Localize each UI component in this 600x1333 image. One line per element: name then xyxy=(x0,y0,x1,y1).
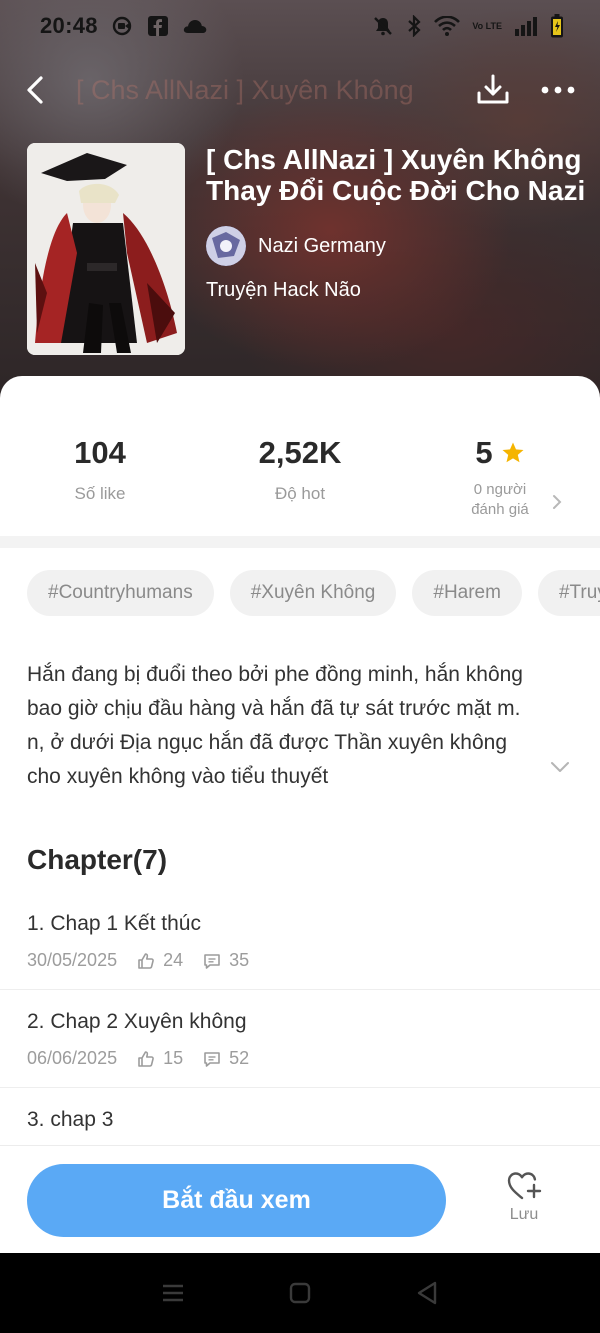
hot-label: Độ hot xyxy=(274,484,326,503)
likes-label: Số like xyxy=(74,484,126,503)
more-icon xyxy=(541,86,575,94)
back-nav-icon[interactable] xyxy=(416,1281,438,1305)
comment-icon xyxy=(203,952,221,970)
chevron-down-icon[interactable] xyxy=(550,761,570,773)
status-bar: 20:48 Vo LTE xyxy=(0,0,600,52)
tag-chip[interactable]: #Countryhumans xyxy=(27,570,214,616)
top-navigation: [ Chs AllNazi ] Xuyên Không xyxy=(0,64,600,116)
battery-icon xyxy=(551,14,563,38)
start-reading-button[interactable]: Bắt đầu xem xyxy=(27,1164,446,1237)
save-label: Lưu xyxy=(509,1206,539,1223)
stat-hot: 2,52K Độ hot xyxy=(200,376,400,536)
section-divider xyxy=(0,536,600,548)
signal-icon xyxy=(515,17,537,36)
chapter-date: 06/06/2025 xyxy=(27,1048,118,1068)
details-sheet: 104 Số like 2,52K Độ hot 5 0 người đánh … xyxy=(0,376,600,1253)
system-navigation-bar xyxy=(0,1253,600,1333)
recent-apps-icon[interactable] xyxy=(162,1283,184,1303)
chapter-title: 1. Chap 1 Kết thúc xyxy=(27,912,201,935)
chapter-title: 2. Chap 2 Xuyên không xyxy=(27,1010,247,1033)
more-options-button[interactable] xyxy=(540,85,576,95)
chapter-title: 3. chap 3 xyxy=(27,1108,114,1131)
heart-add-icon xyxy=(507,1172,542,1200)
wifi-icon xyxy=(434,16,461,36)
author-row[interactable]: Nazi Germany xyxy=(206,226,386,266)
book-title: [ Chs AllNazi ] Xuyên Không Thay Đổi Cuộ… xyxy=(206,144,586,206)
chapter-comments: 52 xyxy=(229,1048,250,1068)
faded-nav-title: [ Chs AllNazi ] Xuyên Không xyxy=(76,74,414,105)
bottom-action-bar: Bắt đầu xem Lưu xyxy=(0,1145,600,1253)
chapter-likes: 24 xyxy=(163,950,184,970)
download-button[interactable] xyxy=(476,73,510,107)
stat-rating[interactable]: 5 0 người đánh giá xyxy=(400,376,600,536)
synopsis-section: Hắn đang bị đuổi theo bởi phe đồng minh,… xyxy=(0,616,600,794)
stats-row: 104 Số like 2,52K Độ hot 5 0 người đánh … xyxy=(0,376,600,536)
back-icon xyxy=(27,76,43,104)
author-name[interactable]: Nazi Germany xyxy=(258,235,386,258)
chapter-meta: 30/05/2025 24 35 xyxy=(27,950,573,971)
rating-count-label: 0 người đánh giá xyxy=(471,481,529,518)
facebook-icon xyxy=(147,16,168,36)
cover-illustration xyxy=(27,143,185,355)
mute-icon xyxy=(374,17,393,36)
synopsis-text[interactable]: Hắn đang bị đuổi theo bởi phe đồng minh,… xyxy=(27,658,573,794)
back-button[interactable] xyxy=(24,75,46,105)
screen-record-icon xyxy=(112,16,131,36)
chapter-comments: 35 xyxy=(229,950,250,970)
book-category[interactable]: Truyện Hack Não xyxy=(206,279,361,302)
chapter-row[interactable]: 3. chap 3 xyxy=(0,1088,600,1152)
thumbs-up-icon xyxy=(137,952,155,970)
chapter-row[interactable]: 2. Chap 2 Xuyên không 06/06/2025 15 52 xyxy=(0,990,600,1088)
book-cover-image[interactable] xyxy=(27,143,185,355)
star-icon xyxy=(502,442,524,463)
tag-list: #Countryhumans #Xuyên Không #Harem #Truy… xyxy=(0,548,600,616)
stat-likes: 104 Số like xyxy=(0,376,200,536)
volte-icon: Vo LTE xyxy=(472,20,502,31)
likes-value: 104 xyxy=(74,435,126,470)
thumbs-up-icon xyxy=(137,1050,155,1068)
author-avatar[interactable] xyxy=(206,226,246,266)
chapter-heading: Chapter(7) xyxy=(27,844,168,875)
save-button[interactable]: Lưu xyxy=(494,1170,554,1224)
chevron-right-icon[interactable] xyxy=(552,494,562,510)
tag-chip[interactable]: #Harem xyxy=(412,570,522,616)
chapter-list: 1. Chap 1 Kết thúc 30/05/2025 24 35 2. C… xyxy=(0,892,600,1152)
tag-chip[interactable]: #Truyện xyxy=(537,570,600,616)
tag-chip[interactable]: #Xuyên Không xyxy=(229,570,397,616)
chapter-meta: 06/06/2025 15 52 xyxy=(27,1048,573,1069)
download-icon xyxy=(477,74,509,104)
hot-value: 2,52K xyxy=(258,435,342,470)
chapter-date: 30/05/2025 xyxy=(27,950,118,970)
home-icon[interactable] xyxy=(289,1282,311,1304)
comment-icon xyxy=(203,1050,221,1068)
rating-value: 5 xyxy=(475,435,493,470)
hero-header: 20:48 Vo LTE [ Chs AllNazi ] Xuyên Không xyxy=(0,0,600,420)
bluetooth-icon xyxy=(408,15,421,37)
chapter-row[interactable]: 1. Chap 1 Kết thúc 30/05/2025 24 35 xyxy=(0,892,600,990)
status-time: 20:48 xyxy=(40,13,98,38)
chapter-likes: 15 xyxy=(163,1048,184,1068)
cloud-icon xyxy=(183,20,207,33)
